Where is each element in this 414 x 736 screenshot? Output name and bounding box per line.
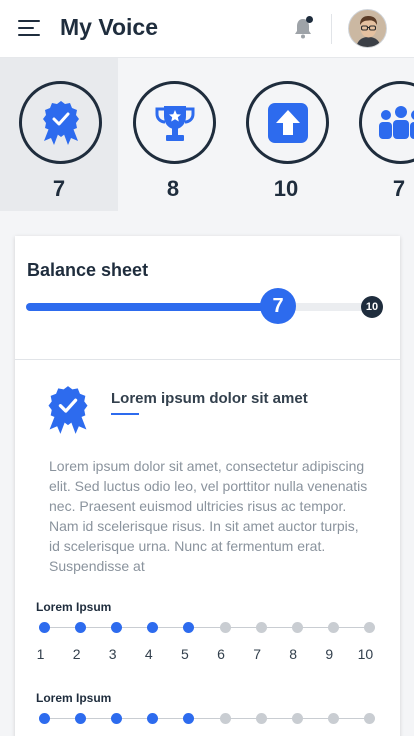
rating-dot[interactable] xyxy=(363,622,375,633)
badge-award[interactable]: 7 xyxy=(0,58,118,211)
upload-arrow-icon xyxy=(267,102,308,143)
rating-dot[interactable] xyxy=(327,622,339,633)
rating-dot[interactable] xyxy=(147,622,159,633)
rating-number: 6 xyxy=(217,646,225,662)
badge-strip: 7 8 10 7 xyxy=(0,58,414,211)
rating-number: 5 xyxy=(180,646,189,662)
rating-label: Lorem Ipsum xyxy=(36,600,112,614)
rating-dot[interactable] xyxy=(255,622,267,633)
rating-dots[interactable] xyxy=(36,713,381,725)
rating-dot[interactable] xyxy=(183,622,195,633)
balance-card: Balance sheet 7 10 Lorem ipsum dolor sit… xyxy=(15,236,400,736)
rating-dot[interactable] xyxy=(363,713,375,724)
badge-count: 7 xyxy=(52,176,66,201)
badge-count: 8 xyxy=(166,176,180,201)
slider-fill xyxy=(26,303,278,311)
rating-number: 10 xyxy=(357,646,374,662)
rating-number: 1 xyxy=(36,646,45,662)
rating-dot[interactable] xyxy=(111,622,123,633)
rating-dot[interactable] xyxy=(291,713,303,724)
rating-number: 2 xyxy=(72,646,81,662)
rating-dot[interactable] xyxy=(75,622,87,633)
page-title: My Voice xyxy=(60,14,158,40)
slider-max-value: 10 xyxy=(361,296,383,318)
award-ribbon-icon xyxy=(42,384,94,436)
item-title-underline xyxy=(111,413,139,415)
rating-dot[interactable] xyxy=(327,713,339,724)
rating-dots[interactable] xyxy=(36,622,381,634)
rating-dot[interactable] xyxy=(147,713,159,724)
team-group-icon xyxy=(378,105,414,139)
rating-dot[interactable] xyxy=(183,713,195,724)
badge-team[interactable]: 7 xyxy=(340,58,414,211)
badge-count: 7 xyxy=(392,176,406,201)
rating-dot[interactable] xyxy=(39,713,50,724)
rating-number: 7 xyxy=(253,646,261,662)
rating-label: Lorem Ipsum xyxy=(36,691,112,705)
rating-dot[interactable] xyxy=(111,713,123,724)
rating-number: 4 xyxy=(144,646,153,662)
trophy-icon xyxy=(155,105,194,141)
user-avatar[interactable] xyxy=(348,9,387,48)
rating-dot[interactable] xyxy=(219,622,231,633)
item-title: Lorem ipsum dolor sit amet xyxy=(111,390,308,407)
balance-slider[interactable]: 7 10 xyxy=(26,288,383,324)
card-divider xyxy=(15,359,400,360)
rating-dot[interactable] xyxy=(39,622,50,633)
rating-dot[interactable] xyxy=(291,622,303,633)
notification-dot xyxy=(306,16,313,23)
rating-number: 3 xyxy=(108,646,117,662)
rating-dot[interactable] xyxy=(255,713,267,724)
app-header: My Voice xyxy=(0,0,414,58)
slider-thumb[interactable]: 7 xyxy=(260,288,296,324)
header-divider xyxy=(331,14,332,44)
award-ribbon-icon xyxy=(42,100,79,145)
rating-number: 9 xyxy=(325,646,334,662)
hamburger-menu-icon[interactable] xyxy=(18,18,42,38)
rating-scale: Lorem Ipsum 12345678910 xyxy=(36,691,381,724)
item-description: Lorem ipsum dolor sit amet, consectetur … xyxy=(49,458,368,574)
rating-dot[interactable] xyxy=(219,713,231,724)
rating-scale: Lorem Ipsum 1 2 3 4 5 6 7 8 9 10 xyxy=(36,600,381,662)
rating-dot[interactable] xyxy=(75,713,87,724)
rating-number: 8 xyxy=(289,646,298,662)
notification-bell-icon[interactable] xyxy=(292,16,314,40)
rating-numbers: 1 2 3 4 5 6 7 8 9 10 xyxy=(36,646,381,662)
badge-count: 10 xyxy=(273,176,299,201)
badge-upload[interactable]: 10 xyxy=(227,58,345,211)
badge-trophy[interactable]: 8 xyxy=(114,58,232,211)
balance-sheet-title: Balance sheet xyxy=(27,260,149,280)
